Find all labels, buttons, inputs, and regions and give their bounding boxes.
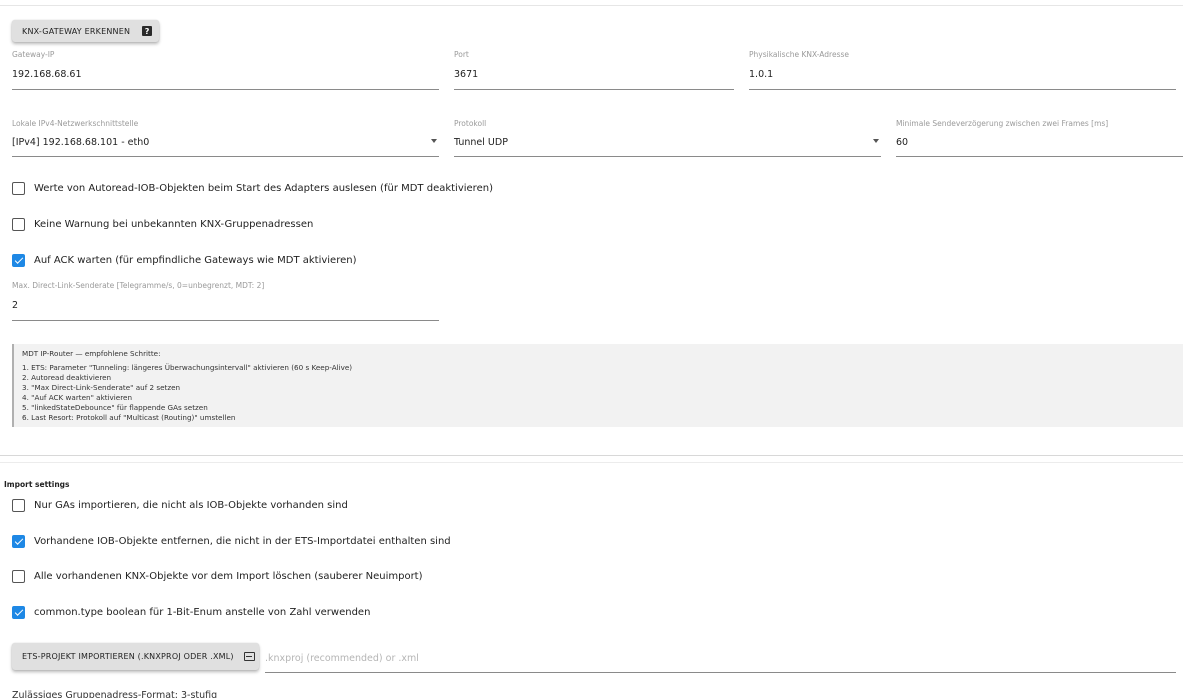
checkbox-checked-icon[interactable] [12,606,25,619]
local-interface-value: [IPv4] 192.168.68.101 - eth0 [12,137,150,148]
info-line: 2. Autoread deaktivieren [22,373,112,382]
checkbox-icon[interactable] [12,218,25,231]
bottom-text: Zulässiges Gruppenadress-Format: 3-stufi… [12,690,218,698]
protocol-select[interactable]: Protokoll Tunnel UDP [454,119,881,157]
gateway-ip-field[interactable]: Gateway-IP 192.168.68.61 [12,50,439,90]
port-value[interactable]: 3671 [454,69,478,80]
phys-address-label: Physikalische KNX-Adresse [749,50,850,59]
import-ets-label: ETS-Projekt importieren (.knxproj oder .… [22,652,234,661]
autoread-option[interactable]: Werte von Autoread-IOB-Objekten beim Sta… [12,182,493,195]
delete-all-option[interactable]: Alle vorhandenen KNX-Objekte vor dem Imp… [12,570,423,583]
boolean-enum-label: common.type boolean für 1-Bit-Enum anste… [34,607,371,618]
boolean-enum-option[interactable]: common.type boolean für 1-Bit-Enum anste… [12,606,370,619]
wait-ack-option[interactable]: Auf ACK warten (für empfindliche Gateway… [12,254,357,267]
max-rate-label: Max. Direct-Link-Senderate [Telegramme/s… [12,281,265,290]
info-line: 6. Last Resort: Protokoll auf "Multicast… [22,413,236,422]
remove-existing-option[interactable]: Vorhandene IOB-Objekte entfernen, die ni… [12,535,451,548]
port-label: Port [454,50,469,59]
min-delay-label: Minimale Sendeverzögerung zwischen zwei … [896,119,1109,128]
delete-all-label: Alle vorhandenen KNX-Objekte vor dem Imp… [34,571,423,582]
no-warning-option[interactable]: Keine Warnung bei unbekannten KNX-Gruppe… [12,218,313,231]
max-rate-field[interactable]: Max. Direct-Link-Senderate [Telegramme/s… [12,281,439,321]
import-settings-title: Import settings [4,480,70,489]
caret-down-icon[interactable] [431,139,437,143]
autoread-label: Werte von Autoread-IOB-Objekten beim Sta… [34,183,493,194]
section-divider [0,462,1183,463]
info-line: 4. "Auf ACK warten" aktivieren [22,393,132,402]
info-line: 3. "Max Direct-Link-Senderate" auf 2 set… [22,383,181,392]
info-line: 1. ETS: Parameter "Tunneling: längeres Ü… [22,363,353,372]
local-interface-label: Lokale IPv4-Netzwerkschnittstelle [12,119,139,128]
only-missing-label: Nur GAs importieren, die nicht als IOB-O… [34,500,348,511]
checkbox-icon[interactable] [12,499,25,512]
protocol-label: Protokoll [454,119,487,128]
checkbox-icon[interactable] [12,570,25,583]
gateway-ip-value[interactable]: 192.168.68.61 [12,69,82,80]
import-icon [243,652,255,661]
detect-gateway-label: KNX-Gateway erkennen [22,26,131,36]
wait-ack-label: Auf ACK warten (für empfindliche Gateway… [34,255,357,266]
only-missing-option[interactable]: Nur GAs importieren, die nicht als IOB-O… [12,499,348,512]
info-title: MDT IP-Router — empfohlene Schritte: [22,349,161,358]
local-interface-select[interactable]: Lokale IPv4-Netzwerkschnittstelle [IPv4]… [12,119,439,157]
import-ets-button[interactable]: ETS-Projekt importieren (.knxproj oder .… [12,643,259,670]
info-line: 5. "linkedStateDebounce" für flappende G… [22,403,208,412]
caret-down-icon[interactable] [873,139,879,143]
max-rate-value[interactable]: 2 [12,300,18,311]
checkbox-checked-icon[interactable] [12,254,25,267]
no-warning-label: Keine Warnung bei unbekannten KNX-Gruppe… [34,219,314,230]
phys-address-value[interactable]: 1.0.1 [749,69,773,80]
file-input[interactable]: .knxproj (recommended) or .xml [265,646,1176,673]
top-divider [0,5,1183,6]
gateway-ip-label: Gateway-IP [12,50,55,59]
port-field[interactable]: Port 3671 [454,50,734,90]
phys-address-field[interactable]: Physikalische KNX-Adresse 1.0.1 [749,50,1176,90]
min-delay-field[interactable]: Minimale Sendeverzögerung zwischen zwei … [896,119,1183,157]
protocol-value: Tunnel UDP [454,137,508,148]
file-placeholder: .knxproj (recommended) or .xml [265,653,419,664]
remove-existing-label: Vorhandene IOB-Objekte entfernen, die ni… [34,536,451,547]
help-icon[interactable]: ? [142,26,153,36]
checkbox-checked-icon[interactable] [12,535,25,548]
checkbox-icon[interactable] [12,182,25,195]
detect-gateway-button[interactable]: KNX-Gateway erkennen ? [12,20,159,42]
section-divider [0,455,1183,456]
mdt-info-box: MDT IP-Router — empfohlene Schritte: 1. … [12,344,1183,427]
min-delay-value[interactable]: 60 [896,137,908,148]
